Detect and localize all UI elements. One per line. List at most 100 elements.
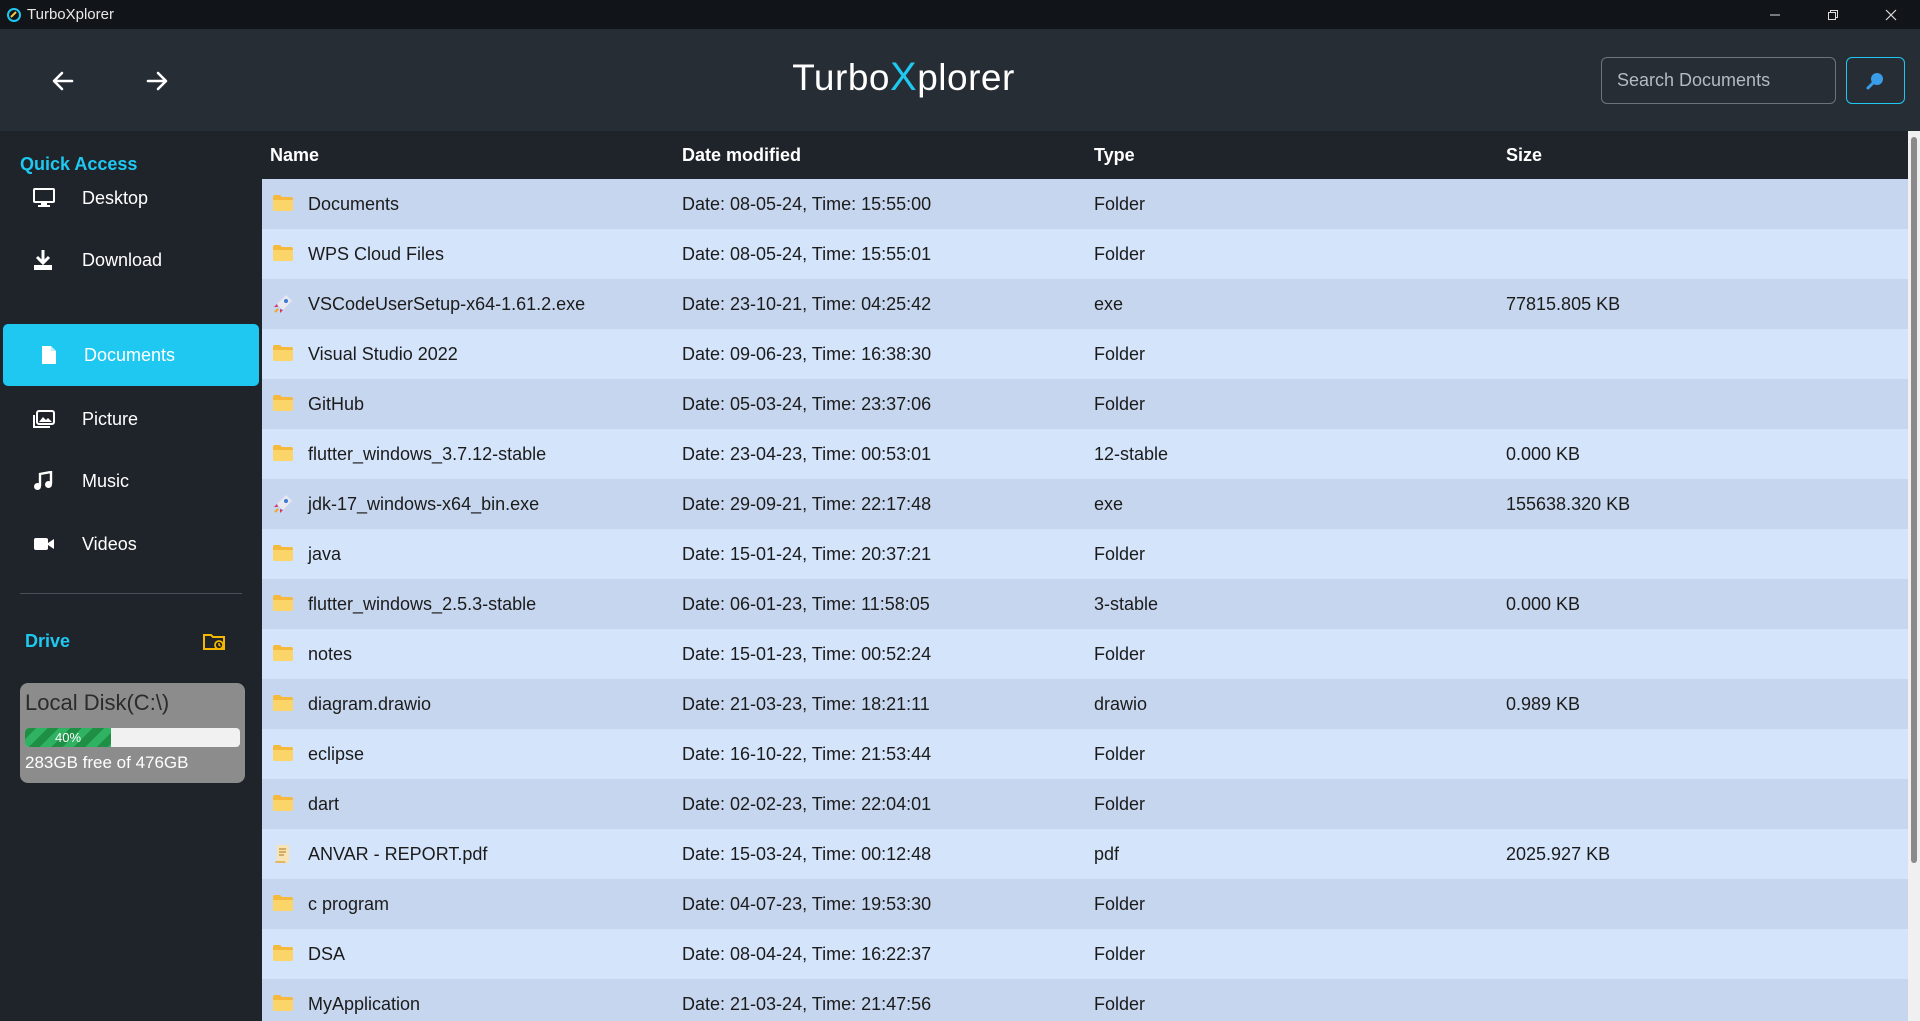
rocket-icon <box>272 493 294 515</box>
sidebar-item-desktop[interactable]: Desktop <box>3 167 259 229</box>
search-input[interactable] <box>1601 57 1836 104</box>
file-size: 0.000 KB <box>1506 443 1581 464</box>
file-name: c program <box>308 893 390 914</box>
table-row[interactable]: jdk-17_windows-x64_bin.exe Date: 29-09-21… <box>262 479 1908 529</box>
sidebar-item-documents[interactable]: Documents <box>3 324 259 386</box>
close-icon <box>1885 9 1897 20</box>
folder-icon <box>272 643 294 665</box>
sidebar-item-picture[interactable]: Picture <box>3 388 259 450</box>
file-date: Date: 02-02-23, Time: 22:04:01 <box>682 793 932 814</box>
column-header-type[interactable]: Type <box>1094 145 1135 166</box>
file-type: Folder <box>1094 243 1146 264</box>
brand-text-x: X <box>890 55 918 99</box>
drive-title: Drive <box>25 631 71 651</box>
table-row[interactable]: WPS Cloud Files Date: 08-05-24, Time: 15:… <box>262 229 1908 279</box>
brand-title: TurboXplorer <box>0 55 1807 100</box>
restore-button[interactable] <box>1804 0 1862 29</box>
file-size: 155638.320 KB <box>1506 493 1631 514</box>
disk-free-text: 283GB free of 476GB <box>25 753 189 772</box>
monitor-icon <box>33 188 73 208</box>
sidebar-item-label: Documents <box>84 344 176 365</box>
table-row[interactable]: notes Date: 15-01-23, Time: 00:52:24 Folde… <box>262 629 1908 679</box>
file-name: java <box>308 543 342 564</box>
file-type: Folder <box>1094 543 1146 564</box>
file-date: Date: 08-04-24, Time: 16:22:37 <box>682 943 932 964</box>
file-name: DSA <box>308 943 346 964</box>
download-icon <box>33 249 73 271</box>
table-row[interactable]: flutter_windows_3.7.12-stable Date: 23-04… <box>262 429 1908 479</box>
file-name: VSCodeUserSetup-x64-1.61.2.exe <box>308 293 586 314</box>
file-table: Name Date modified Type Size Documents Da… <box>262 131 1908 1021</box>
file-size: 0.000 KB <box>1506 593 1581 614</box>
file-date: Date: 06-01-23, Time: 11:58:05 <box>682 593 930 614</box>
title-bar: TurboXplorer <box>0 0 1920 29</box>
disk-usage-bar: 40% <box>25 728 240 747</box>
folder-icon <box>272 393 294 415</box>
table-row[interactable]: diagram.drawio Date: 21-03-23, Time: 18:2… <box>262 679 1908 729</box>
table-row[interactable]: flutter_windows_2.5.3-stable Date: 06-01-… <box>262 579 1908 629</box>
file-type: pdf <box>1094 843 1120 864</box>
table-row[interactable]: Visual Studio 2022 Date: 09-06-23, Time: … <box>262 329 1908 379</box>
file-type: exe <box>1094 293 1124 314</box>
sidebar-divider <box>20 593 242 594</box>
file-type: drawio <box>1094 693 1148 714</box>
file-type: exe <box>1094 493 1124 514</box>
table-row[interactable]: Documents Date: 08-05-24, Time: 15:55:00 F… <box>262 179 1908 229</box>
file-date: Date: 23-04-23, Time: 00:53:01 <box>682 443 932 464</box>
file-date: Date: 29-09-21, Time: 22:17:48 <box>682 493 932 514</box>
scrollbar-thumb[interactable] <box>1911 137 1917 863</box>
document-icon <box>41 345 81 365</box>
sidebar-item-download[interactable]: Download <box>3 229 259 291</box>
table-header: Name Date modified Type Size <box>262 131 1908 179</box>
table-row[interactable]: DSA Date: 08-04-24, Time: 16:22:37 Folder <box>262 929 1908 979</box>
table-row[interactable]: eclipse Date: 16-10-22, Time: 21:53:44 Fol… <box>262 729 1908 779</box>
folder-icon <box>272 593 294 615</box>
search-button[interactable] <box>1846 57 1905 104</box>
table-row[interactable]: MyApplication Date: 21-03-24, Time: 21:47… <box>262 979 1908 1021</box>
table-row[interactable]: dart Date: 02-02-23, Time: 22:04:01 Folder <box>262 779 1908 829</box>
table-row[interactable]: GitHub Date: 05-03-24, Time: 23:37:06 Fold… <box>262 379 1908 429</box>
file-date: Date: 04-07-23, Time: 19:53:30 <box>682 893 932 914</box>
table-row[interactable]: VSCodeUserSetup-x64-1.61.2.exe Date: 23-1… <box>262 279 1908 329</box>
file-date: Date: 16-10-22, Time: 21:53:44 <box>682 743 932 764</box>
file-size: 77815.805 KB <box>1506 293 1621 314</box>
table-row[interactable]: c program Date: 04-07-23, Time: 19:53:30 F… <box>262 879 1908 929</box>
sidebar-item-videos[interactable]: Videos <box>3 513 259 575</box>
scroll-icon <box>272 843 294 865</box>
file-type: Folder <box>1094 793 1146 814</box>
file-date: Date: 08-05-24, Time: 15:55:01 <box>682 243 932 264</box>
file-date: Date: 21-03-23, Time: 18:21:11 <box>682 693 930 714</box>
sidebar-item-label: Download <box>82 249 163 270</box>
file-date: Date: 15-01-24, Time: 20:37:21 <box>682 543 932 564</box>
column-header-name[interactable]: Name <box>270 145 319 166</box>
folder-sync-icon[interactable] <box>203 631 227 653</box>
file-date: Date: 09-06-23, Time: 16:38:30 <box>682 343 932 364</box>
file-type: Folder <box>1094 193 1146 214</box>
disk-usage-fill: 40% <box>25 728 111 747</box>
file-type: Folder <box>1094 343 1146 364</box>
file-name: Documents <box>308 193 400 214</box>
disk-name: Local Disk(C:\) <box>25 690 170 715</box>
sidebar-item-label: Music <box>82 470 130 491</box>
table-row[interactable]: ANVAR - REPORT.pdf Date: 15-03-24, Time: … <box>262 829 1908 879</box>
vertical-scrollbar[interactable] <box>1908 131 1920 1021</box>
folder-icon <box>272 243 294 265</box>
table-row[interactable]: java Date: 15-01-24, Time: 20:37:21 Folder <box>262 529 1908 579</box>
file-name: dart <box>308 793 340 814</box>
app-logo-icon <box>5 6 23 24</box>
file-name: ANVAR - REPORT.pdf <box>308 843 488 864</box>
file-name: diagram.drawio <box>308 693 432 714</box>
file-type: Folder <box>1094 993 1146 1014</box>
column-header-date[interactable]: Date modified <box>682 145 801 166</box>
file-type: Folder <box>1094 943 1146 964</box>
sidebar-item-music[interactable]: Music <box>3 450 259 512</box>
close-button[interactable] <box>1862 0 1920 29</box>
file-name: notes <box>308 643 353 664</box>
folder-icon <box>272 443 294 465</box>
file-name: Visual Studio 2022 <box>308 343 458 364</box>
column-header-size[interactable]: Size <box>1506 145 1542 166</box>
minimize-button[interactable] <box>1746 0 1804 29</box>
sidebar-item-label: Picture <box>82 408 139 429</box>
local-disk-card[interactable]: Local Disk(C:\) 40% 283GB free of 476GB <box>20 683 245 783</box>
sidebar-item-label: Desktop <box>82 187 149 208</box>
